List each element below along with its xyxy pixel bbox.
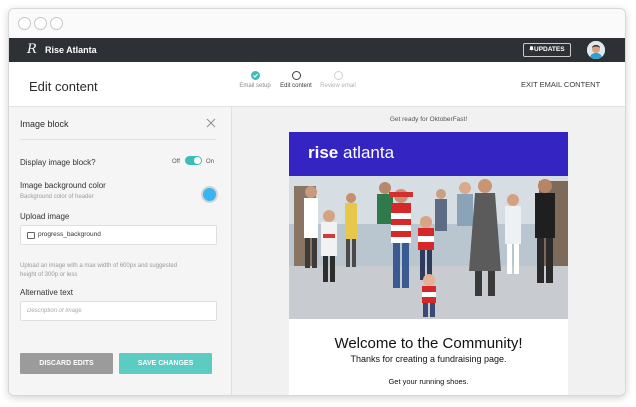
step-label: Review email	[320, 83, 356, 89]
page-title: Edit content	[29, 79, 98, 94]
step-current-icon	[291, 71, 301, 80]
toggle-off-label: Off	[172, 159, 180, 165]
email-welcome-title: Welcome to the Community!	[334, 335, 523, 352]
bg-color-picker[interactable]	[201, 186, 218, 203]
email-preheader: Get ready for OktoberFast!	[389, 116, 468, 123]
brand-logo-light: atlanta	[342, 143, 395, 162]
save-changes-button[interactable]: SAVE CHANGES	[119, 353, 212, 374]
app-window: R Rise Atlanta UPDATES Edit content Emai…	[8, 8, 626, 396]
toggle-on-label: On	[206, 159, 215, 165]
page-header: Edit content Email setup Edit content Re…	[9, 62, 625, 107]
step-complete-icon	[250, 71, 260, 80]
step-email-setup[interactable]: Email setup	[233, 71, 277, 89]
window-close-button[interactable]	[18, 17, 31, 30]
alt-text-field[interactable]	[20, 301, 217, 321]
upload-image-label: Upload image	[20, 212, 70, 221]
updates-button[interactable]: UPDATES	[523, 43, 571, 57]
bg-color-label: Image background color	[20, 181, 106, 190]
upload-image-value: progress_background	[38, 231, 101, 238]
step-edit-content[interactable]: Edit content	[274, 71, 318, 89]
window-titlebar	[9, 9, 625, 39]
email-subtitle: Thanks for creating a fundraising page.	[350, 354, 507, 364]
alt-text-input[interactable]	[21, 302, 216, 320]
image-block-panel: Image block Display image block? Off On …	[9, 107, 232, 395]
divider	[20, 139, 216, 140]
brand-logo-bold: rise	[308, 143, 339, 162]
alt-text-label: Alternative text	[20, 288, 73, 297]
window-maximize-button[interactable]	[50, 17, 63, 30]
avatar-image	[587, 41, 605, 59]
display-image-label: Display image block?	[20, 158, 96, 167]
email-brand-header[interactable]: rise atlanta	[289, 132, 568, 176]
step-label: Edit content	[280, 83, 312, 89]
toggle-knob	[194, 157, 201, 164]
exit-email-content-link[interactable]: EXIT EMAIL CONTENT	[521, 80, 600, 89]
hero-image[interactable]	[289, 176, 568, 319]
brand-logo: rise atlanta	[308, 143, 394, 163]
display-image-toggle[interactable]	[185, 156, 202, 165]
discard-edits-button[interactable]: DISCARD EDITS	[20, 353, 113, 374]
email-body-line: Get your running shoes.	[388, 377, 469, 386]
close-icon[interactable]	[206, 118, 216, 128]
image-icon	[27, 232, 35, 239]
step-label: Email setup	[239, 83, 271, 89]
bg-color-sublabel: Background color of header	[20, 194, 94, 200]
panel-title: Image block	[20, 119, 69, 129]
upload-help-text: Upload an image with a max width of 600p…	[20, 263, 178, 278]
email-canvas: rise atlanta Welcome to the Community! T…	[289, 132, 568, 395]
user-avatar[interactable]	[587, 41, 605, 59]
top-nav-bar: R Rise Atlanta UPDATES	[9, 38, 625, 62]
upload-image-field[interactable]: progress_background	[20, 225, 217, 245]
email-preview-pane: Get ready for OktoberFast! rise atlanta	[232, 107, 625, 395]
step-upcoming-icon	[333, 71, 343, 80]
step-review-email[interactable]: Review email	[316, 71, 360, 89]
app-logo-mark[interactable]: R	[27, 42, 37, 57]
window-minimize-button[interactable]	[34, 17, 47, 30]
org-name[interactable]: Rise Atlanta	[45, 45, 97, 55]
updates-label: UPDATES	[534, 46, 565, 53]
